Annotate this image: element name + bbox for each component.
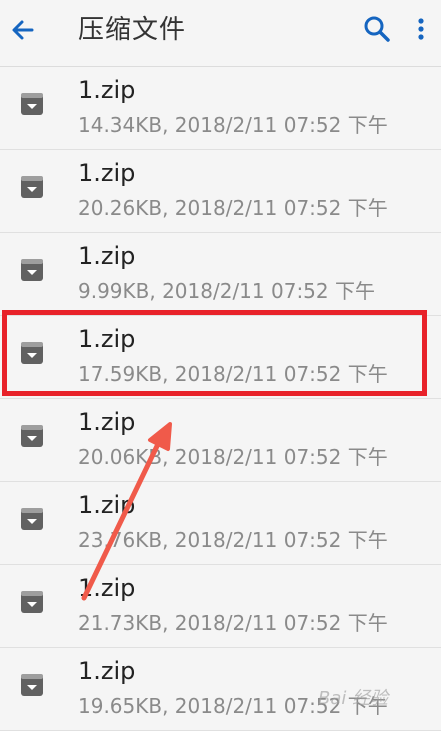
file-list-item[interactable]: 1.zip 20.06KB, 2018/2/11 07:52 下午 (0, 399, 441, 482)
file-list-item[interactable]: 1.zip 9.99KB, 2018/2/11 07:52 下午 (0, 233, 441, 316)
file-list-item[interactable]: 1.zip 21.73KB, 2018/2/11 07:52 下午 (0, 565, 441, 648)
file-name: 1.zip (78, 574, 136, 602)
file-list-item[interactable]: 1.zip 20.26KB, 2018/2/11 07:52 下午 (0, 150, 441, 233)
file-name: 1.zip (78, 242, 136, 270)
file-meta: 20.26KB, 2018/2/11 07:52 下午 (78, 196, 388, 220)
file-list-item[interactable]: 1.zip 14.34KB, 2018/2/11 07:52 下午 (0, 67, 441, 150)
file-name: 1.zip (78, 657, 136, 685)
file-name: 1.zip (78, 408, 136, 436)
watermark: Bai 经验 (318, 688, 389, 709)
file-name: 1.zip (78, 491, 136, 519)
more-options-button[interactable] (410, 12, 432, 46)
archive-icon (21, 342, 43, 364)
search-button[interactable] (360, 12, 394, 46)
file-list: 1.zip 14.34KB, 2018/2/11 07:52 下午 1.zip … (0, 67, 441, 731)
app-bar: 压缩文件 (0, 0, 441, 67)
page-title: 压缩文件 (78, 15, 187, 45)
file-meta: 23.76KB, 2018/2/11 07:52 下午 (78, 528, 388, 552)
file-meta: 21.73KB, 2018/2/11 07:52 下午 (78, 611, 388, 635)
arrow-back-icon (12, 20, 34, 40)
file-list-item[interactable]: 1.zip 17.59KB, 2018/2/11 07:52 下午 (0, 316, 441, 399)
search-icon (364, 16, 390, 42)
archive-icon (21, 259, 43, 281)
archive-icon (21, 508, 43, 530)
file-name: 1.zip (78, 76, 136, 104)
file-meta: 17.59KB, 2018/2/11 07:52 下午 (78, 362, 388, 386)
archive-icon (21, 93, 43, 115)
file-name: 1.zip (78, 159, 136, 187)
more-vert-icon (418, 18, 424, 40)
back-button[interactable] (6, 12, 42, 48)
archive-icon (21, 674, 43, 696)
file-name: 1.zip (78, 325, 136, 353)
file-meta: 14.34KB, 2018/2/11 07:52 下午 (78, 113, 388, 137)
file-list-item[interactable]: 1.zip 23.76KB, 2018/2/11 07:52 下午 (0, 482, 441, 565)
file-meta: 20.06KB, 2018/2/11 07:52 下午 (78, 445, 388, 469)
file-meta: 9.99KB, 2018/2/11 07:52 下午 (78, 279, 375, 303)
archive-icon (21, 425, 43, 447)
archive-icon (21, 591, 43, 613)
archive-icon (21, 176, 43, 198)
